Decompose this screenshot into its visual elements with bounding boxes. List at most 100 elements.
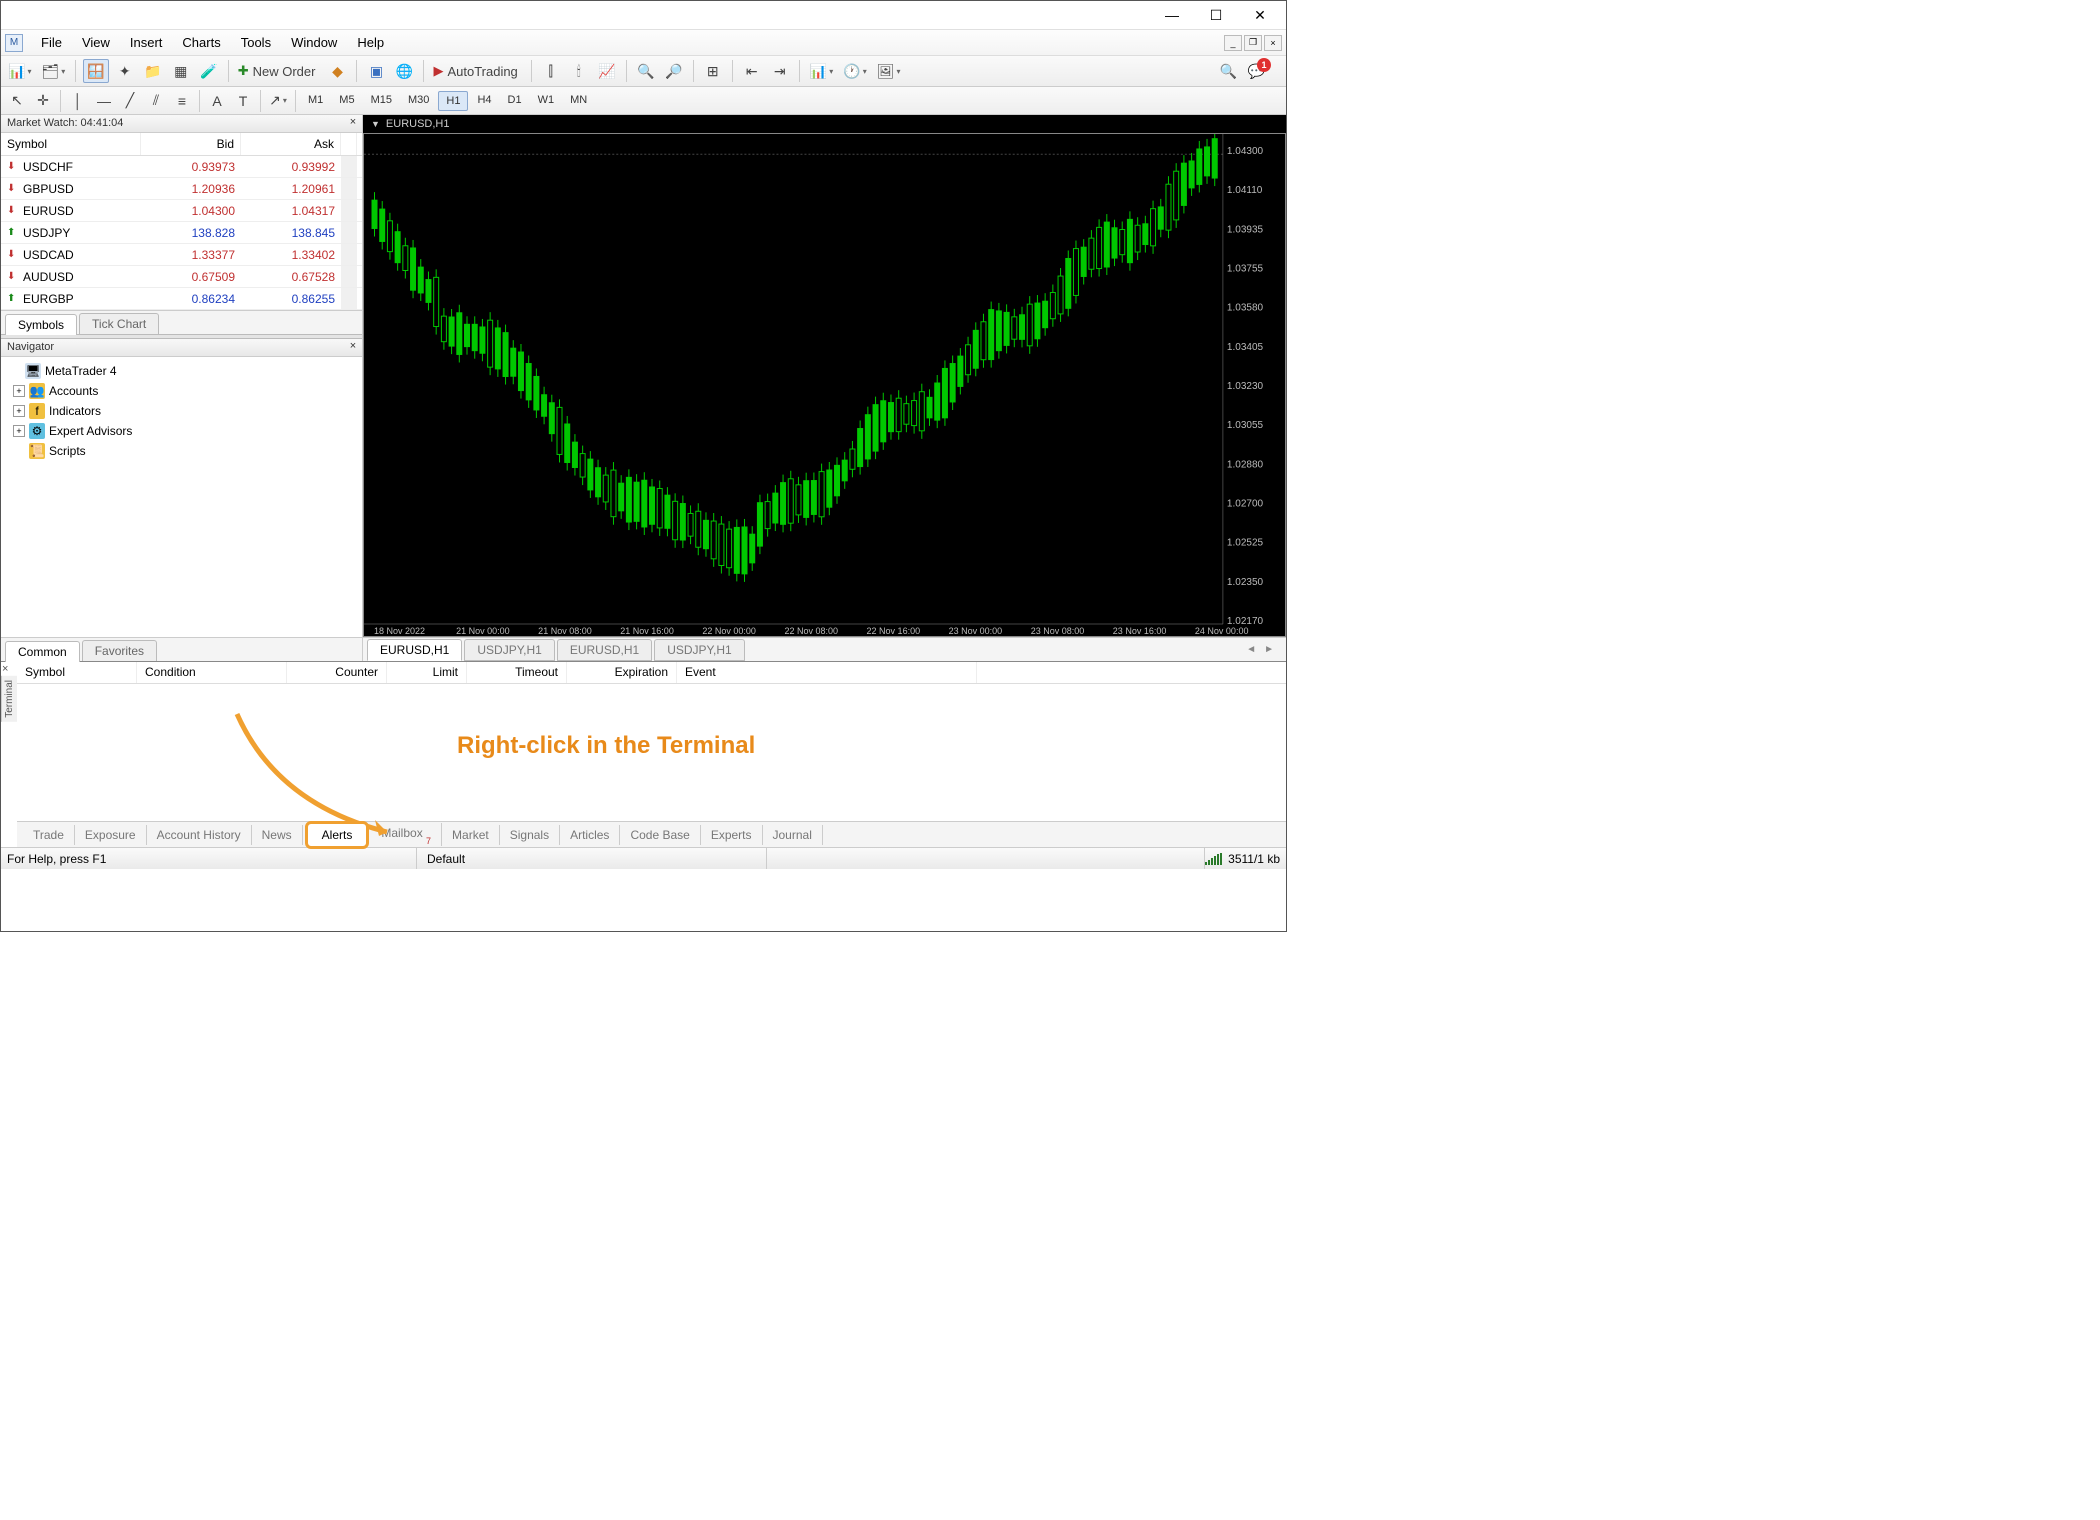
market-watch-icon[interactable]: 🪟 xyxy=(83,59,108,83)
timeframe-M15[interactable]: M15 xyxy=(364,91,399,111)
autotrading-button[interactable]: ▶AutoTrading xyxy=(431,59,523,83)
periods-icon[interactable]: 🕐 xyxy=(840,59,869,83)
zoom-out-icon[interactable]: 🔎 xyxy=(662,59,686,83)
maximize-button[interactable]: ☐ xyxy=(1194,1,1238,29)
profiles-icon[interactable]: 🗂 xyxy=(38,59,68,83)
menu-view[interactable]: View xyxy=(72,32,120,53)
options-icon[interactable]: 🌐 xyxy=(392,59,416,83)
market-watch-row[interactable]: ⬆EURGBP0.862340.86255 xyxy=(1,288,362,310)
chart-canvas[interactable]: 1.043001.041101.039351.037551.035801.034… xyxy=(363,133,1286,637)
vertical-line-icon[interactable]: │ xyxy=(66,89,90,113)
market-watch-row[interactable]: ⬇GBPUSD1.209361.20961 xyxy=(1,178,362,200)
close-icon[interactable]: × xyxy=(346,116,360,128)
timeframe-M5[interactable]: M5 xyxy=(332,91,361,111)
menu-tools[interactable]: Tools xyxy=(231,32,281,53)
market-watch-row[interactable]: ⬇EURUSD1.043001.04317 xyxy=(1,200,362,222)
chart-tab[interactable]: USDJPY,H1 xyxy=(654,639,744,661)
nav-item-metatrader-4[interactable]: 🖥MetaTrader 4 xyxy=(7,361,356,381)
search-icon[interactable]: 🔍 xyxy=(1217,59,1241,83)
nav-item-indicators[interactable]: +fIndicators xyxy=(7,401,356,421)
terminal-tab-exposure[interactable]: Exposure xyxy=(75,825,147,845)
mdi-restore-icon[interactable]: ❐ xyxy=(1244,35,1262,51)
tab-symbols[interactable]: Symbols xyxy=(5,314,77,335)
chevron-right-icon[interactable]: ► xyxy=(1264,644,1274,655)
terminal-icon[interactable]: ▦ xyxy=(169,59,193,83)
tab-tick-chart[interactable]: Tick Chart xyxy=(79,313,159,334)
navigator-icon[interactable]: 📁 xyxy=(141,59,165,83)
timeframe-H1[interactable]: H1 xyxy=(438,91,468,111)
notifications-icon[interactable]: 💬1 xyxy=(1245,59,1282,83)
nav-item-accounts[interactable]: +👥Accounts xyxy=(7,381,356,401)
annotation-text: Right-click in the Terminal xyxy=(457,732,755,760)
timeframe-H4[interactable]: H4 xyxy=(470,91,498,111)
candle-chart-icon[interactable]: 🕯 xyxy=(567,59,591,83)
svg-text:21 Nov 00:00: 21 Nov 00:00 xyxy=(456,626,510,636)
new-order-button[interactable]: ✚New Order xyxy=(236,59,322,83)
timeframe-M1[interactable]: M1 xyxy=(301,91,330,111)
mdi-minimize-icon[interactable]: _ xyxy=(1224,35,1242,51)
channel-icon[interactable]: ⫽ xyxy=(144,89,168,113)
minimize-button[interactable]: — xyxy=(1150,1,1194,29)
menu-insert[interactable]: Insert xyxy=(120,32,173,53)
metaeditor-icon[interactable]: ▣ xyxy=(364,59,388,83)
chevron-left-icon[interactable]: ◄ xyxy=(1246,644,1256,655)
market-watch-row[interactable]: ⬇USDCAD1.333771.33402 xyxy=(1,244,362,266)
mdi-close-icon[interactable]: × xyxy=(1264,35,1282,51)
new-chart-icon[interactable]: 📊 xyxy=(5,59,34,83)
chart-tab[interactable]: EURUSD,H1 xyxy=(367,639,462,661)
nav-item-scripts[interactable]: 📜Scripts xyxy=(7,441,356,461)
svg-text:22 Nov 00:00: 22 Nov 00:00 xyxy=(702,626,756,636)
terminal-tab-experts[interactable]: Experts xyxy=(701,825,763,845)
svg-text:1.02880: 1.02880 xyxy=(1227,459,1264,470)
trendline-icon[interactable]: ╱ xyxy=(118,89,142,113)
terminal-tab-articles[interactable]: Articles xyxy=(560,825,620,845)
tile-windows-icon[interactable]: ⊞ xyxy=(701,59,725,83)
terminal-content[interactable]: Right-click in the Terminal xyxy=(17,684,1286,821)
terminal-tab-journal[interactable]: Journal xyxy=(763,825,823,845)
metaquotes-icon[interactable]: ◆ xyxy=(325,59,349,83)
templates-icon[interactable]: 🖼 xyxy=(874,59,904,83)
bar-chart-icon[interactable]: ⫿ xyxy=(539,59,563,83)
crosshair-icon[interactable]: ✛ xyxy=(31,89,55,113)
arrows-icon[interactable]: ↗ xyxy=(266,89,290,113)
svg-text:1.04110: 1.04110 xyxy=(1227,185,1263,196)
menu-file[interactable]: File xyxy=(31,32,72,53)
tester-icon[interactable]: 🧪 xyxy=(197,59,221,83)
market-watch-row[interactable]: ⬆USDJPY138.828138.845 xyxy=(1,222,362,244)
chart-tab[interactable]: EURUSD,H1 xyxy=(557,639,652,661)
menu-window[interactable]: Window xyxy=(281,32,347,53)
terminal-close-icon[interactable]: × xyxy=(1,662,15,676)
timeframe-MN[interactable]: MN xyxy=(563,91,594,111)
terminal-tab-trade[interactable]: Trade xyxy=(23,825,75,845)
navigator-tree[interactable]: 🖥MetaTrader 4+👥Accounts+fIndicators+⚙Exp… xyxy=(1,357,362,637)
tab-common[interactable]: Common xyxy=(5,641,80,662)
terminal-tab-market[interactable]: Market xyxy=(442,825,500,845)
terminal-tab-signals[interactable]: Signals xyxy=(500,825,560,845)
menu-charts[interactable]: Charts xyxy=(172,32,230,53)
close-button[interactable]: ✕ xyxy=(1238,1,1282,29)
indicators-icon[interactable]: 📊 xyxy=(807,59,836,83)
market-watch-row[interactable]: ⬇AUDUSD0.675090.67528 xyxy=(1,266,362,288)
zoom-in-icon[interactable]: 🔍 xyxy=(634,59,658,83)
chart-tab[interactable]: USDJPY,H1 xyxy=(464,639,554,661)
data-window-icon[interactable]: ✦ xyxy=(113,59,137,83)
fibonacci-icon[interactable]: ≡ xyxy=(170,89,194,113)
terminal-tab-alerts[interactable]: Alerts xyxy=(305,821,370,849)
menu-help[interactable]: Help xyxy=(347,32,394,53)
market-watch-row[interactable]: ⬇USDCHF0.939730.93992 xyxy=(1,156,362,178)
terminal-tab-code-base[interactable]: Code Base xyxy=(620,825,700,845)
cursor-icon[interactable]: ↖ xyxy=(5,89,29,113)
svg-text:22 Nov 16:00: 22 Nov 16:00 xyxy=(867,626,921,636)
tab-favorites[interactable]: Favorites xyxy=(82,640,157,661)
line-chart-icon[interactable]: 📈 xyxy=(595,59,619,83)
scroll-icon[interactable]: ⇤ xyxy=(740,59,764,83)
timeframe-D1[interactable]: D1 xyxy=(501,91,529,111)
horizontal-line-icon[interactable]: — xyxy=(92,89,116,113)
timeframe-M30[interactable]: M30 xyxy=(401,91,436,111)
text-icon[interactable]: A xyxy=(205,89,229,113)
shift-icon[interactable]: ⇥ xyxy=(768,59,792,83)
nav-item-expert-advisors[interactable]: +⚙Expert Advisors xyxy=(7,421,356,441)
close-icon[interactable]: × xyxy=(346,340,360,352)
timeframe-W1[interactable]: W1 xyxy=(531,91,562,111)
text-label-icon[interactable]: T xyxy=(231,89,255,113)
